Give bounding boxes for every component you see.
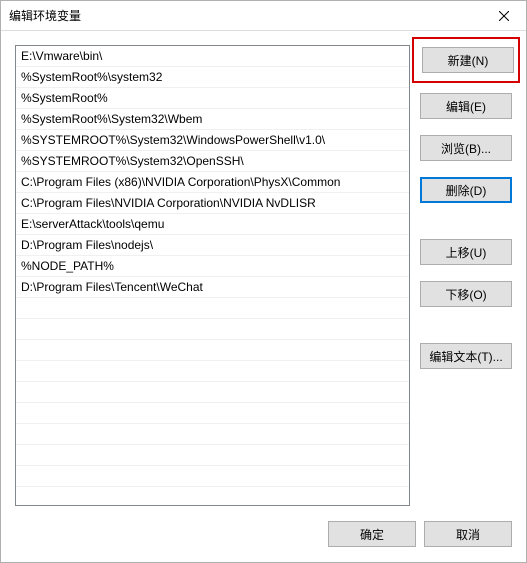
list-item[interactable]: %NODE_PATH% [16, 256, 409, 277]
list-item[interactable]: E:\Vmware\bin\ [16, 46, 409, 67]
list-item[interactable]: D:\Program Files\Tencent\WeChat [16, 277, 409, 298]
main-row: E:\Vmware\bin\ %SystemRoot%\system32 %Sy… [15, 45, 512, 506]
list-item-empty[interactable]: . [16, 466, 409, 487]
browse-button[interactable]: 浏览(B)... [420, 135, 512, 161]
move-down-button[interactable]: 下移(O) [420, 281, 512, 307]
cancel-button[interactable]: 取消 [424, 521, 512, 547]
spacer [420, 119, 512, 135]
list-item[interactable]: E:\serverAttack\tools\qemu [16, 214, 409, 235]
move-up-button[interactable]: 上移(U) [420, 239, 512, 265]
list-item[interactable]: %SYSTEMROOT%\System32\OpenSSH\ [16, 151, 409, 172]
list-item-empty[interactable]: . [16, 361, 409, 382]
list-item-empty[interactable]: . [16, 424, 409, 445]
close-icon [499, 11, 509, 21]
spacer [420, 203, 512, 239]
close-button[interactable] [481, 1, 526, 31]
list-item[interactable]: C:\Program Files\NVIDIA Corporation\NVID… [16, 193, 409, 214]
dialog-footer: 确定 取消 [15, 506, 512, 562]
ok-button[interactable]: 确定 [328, 521, 416, 547]
list-item[interactable]: %SystemRoot% [16, 88, 409, 109]
titlebar: 编辑环境变量 [1, 1, 526, 31]
list-item[interactable]: %SystemRoot%\system32 [16, 67, 409, 88]
list-item-empty[interactable]: . [16, 319, 409, 340]
new-button[interactable]: 新建(N) [422, 47, 514, 73]
list-item[interactable]: %SystemRoot%\System32\Wbem [16, 109, 409, 130]
path-listbox[interactable]: E:\Vmware\bin\ %SystemRoot%\system32 %Sy… [15, 45, 410, 506]
spacer [420, 307, 512, 343]
list-item-empty[interactable]: . [16, 382, 409, 403]
list-item-empty[interactable]: . [16, 340, 409, 361]
list-item[interactable]: C:\Program Files (x86)\NVIDIA Corporatio… [16, 172, 409, 193]
delete-button[interactable]: 删除(D) [420, 177, 512, 203]
list-item[interactable]: %SYSTEMROOT%\System32\WindowsPowerShell\… [16, 130, 409, 151]
list-item-empty[interactable]: . [16, 298, 409, 319]
highlight-annotation: 新建(N) [412, 37, 520, 83]
edit-button[interactable]: 编辑(E) [420, 93, 512, 119]
window-title: 编辑环境变量 [9, 7, 481, 24]
spacer [420, 161, 512, 177]
dialog-content: E:\Vmware\bin\ %SystemRoot%\system32 %Sy… [1, 31, 526, 562]
edit-text-button[interactable]: 编辑文本(T)... [420, 343, 512, 369]
side-buttons: 新建(N) 编辑(E) 浏览(B)... 删除(D) 上移(U) 下移(O) 编… [420, 45, 512, 506]
dialog-window: 编辑环境变量 E:\Vmware\bin\ %SystemRoot%\syste… [0, 0, 527, 563]
list-item[interactable]: D:\Program Files\nodejs\ [16, 235, 409, 256]
spacer [420, 265, 512, 281]
list-item-empty[interactable]: . [16, 445, 409, 466]
list-item-empty[interactable]: . [16, 403, 409, 424]
